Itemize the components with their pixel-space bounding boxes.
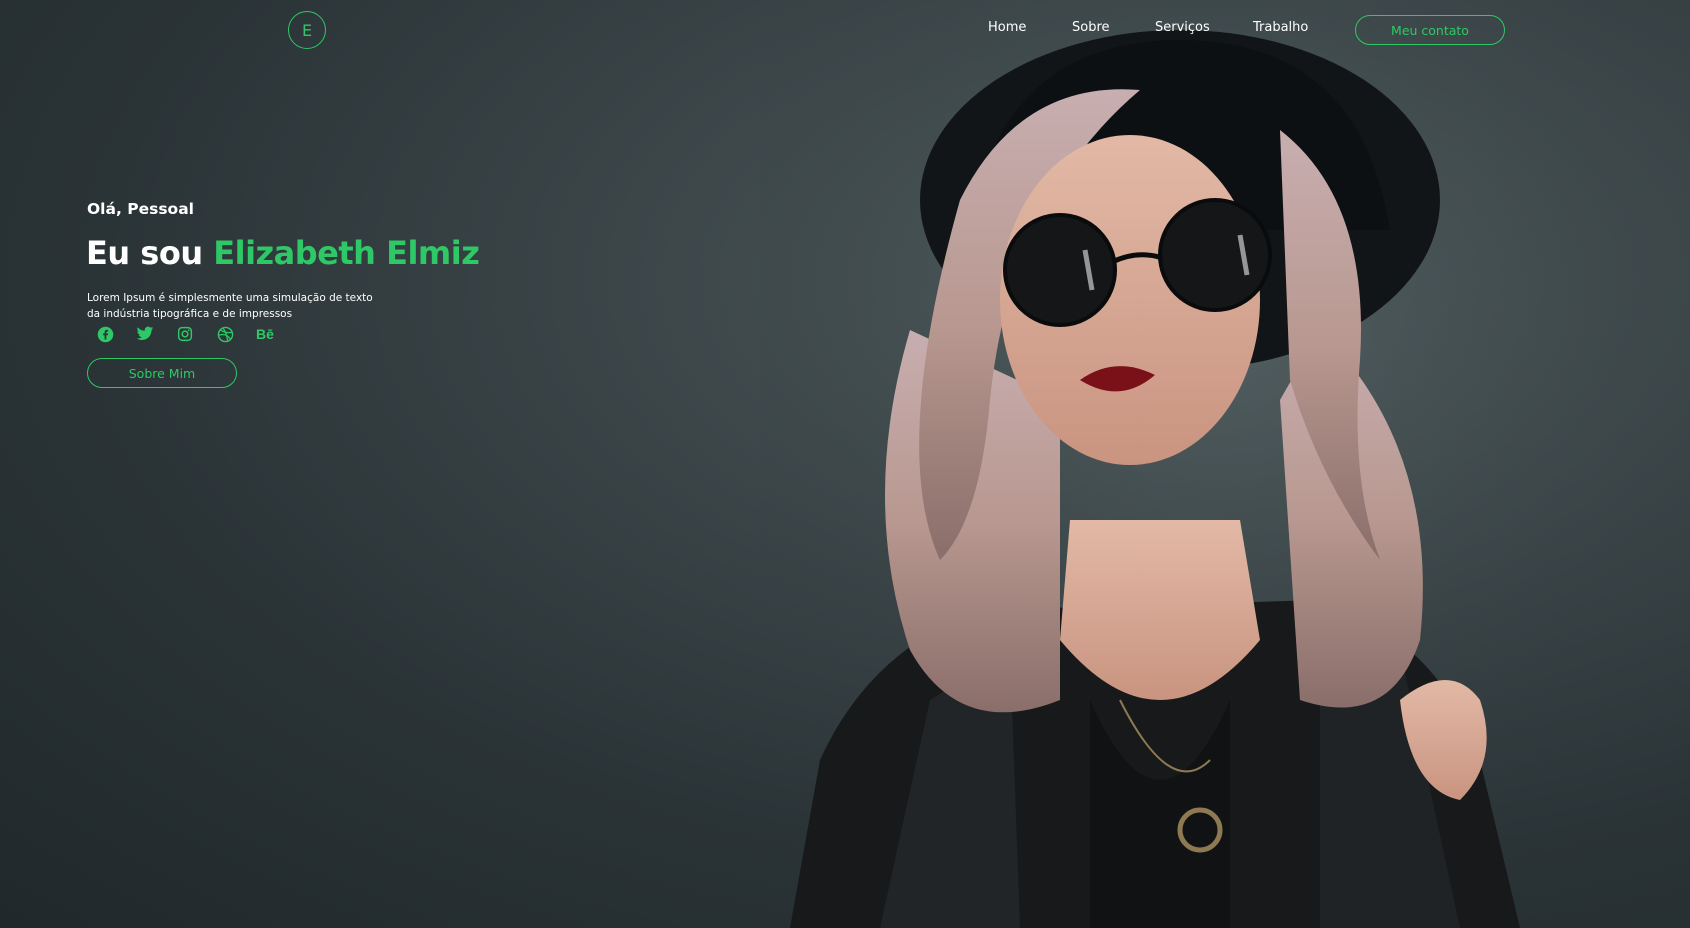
logo-letter: E [301, 20, 313, 40]
hero-portrait-image [760, 0, 1690, 928]
hero-description: Lorem Ipsum é simplesmente uma simulação… [87, 290, 387, 322]
contact-button-label: Meu contato [1391, 22, 1469, 38]
description-line-1: Lorem Ipsum é simplesmente uma simulação… [87, 292, 373, 304]
about-me-button[interactable]: Sobre Mim [87, 358, 237, 388]
behance-icon[interactable]: Bē [256, 325, 274, 343]
headline-name: Elizabeth Elmiz [213, 234, 480, 272]
hero-greeting: Olá, Pessoal [87, 200, 194, 218]
facebook-icon[interactable] [96, 325, 114, 343]
twitter-icon[interactable] [136, 325, 154, 343]
nav-link-sobre[interactable]: Sobre [1072, 20, 1110, 35]
description-line-2: da indústria tipográfica e de impressos [87, 308, 293, 320]
hero-headline: Eu sou Elizabeth Elmiz [86, 234, 480, 272]
nav-link-trabalho[interactable]: Trabalho [1253, 20, 1308, 35]
contact-button[interactable]: Meu contato [1355, 15, 1505, 45]
hero-section: E Home Sobre Serviços Trabalho Meu conta… [0, 0, 1690, 928]
dribbble-icon[interactable] [216, 325, 234, 343]
about-me-button-label: Sobre Mim [128, 365, 196, 381]
nav-link-servicos[interactable]: Serviços [1155, 20, 1210, 35]
social-links: Bē [96, 325, 274, 343]
instagram-icon[interactable] [176, 325, 194, 343]
headline-prefix: Eu sou [86, 234, 203, 272]
logo[interactable]: E [288, 11, 326, 49]
nav-link-home[interactable]: Home [988, 20, 1026, 35]
